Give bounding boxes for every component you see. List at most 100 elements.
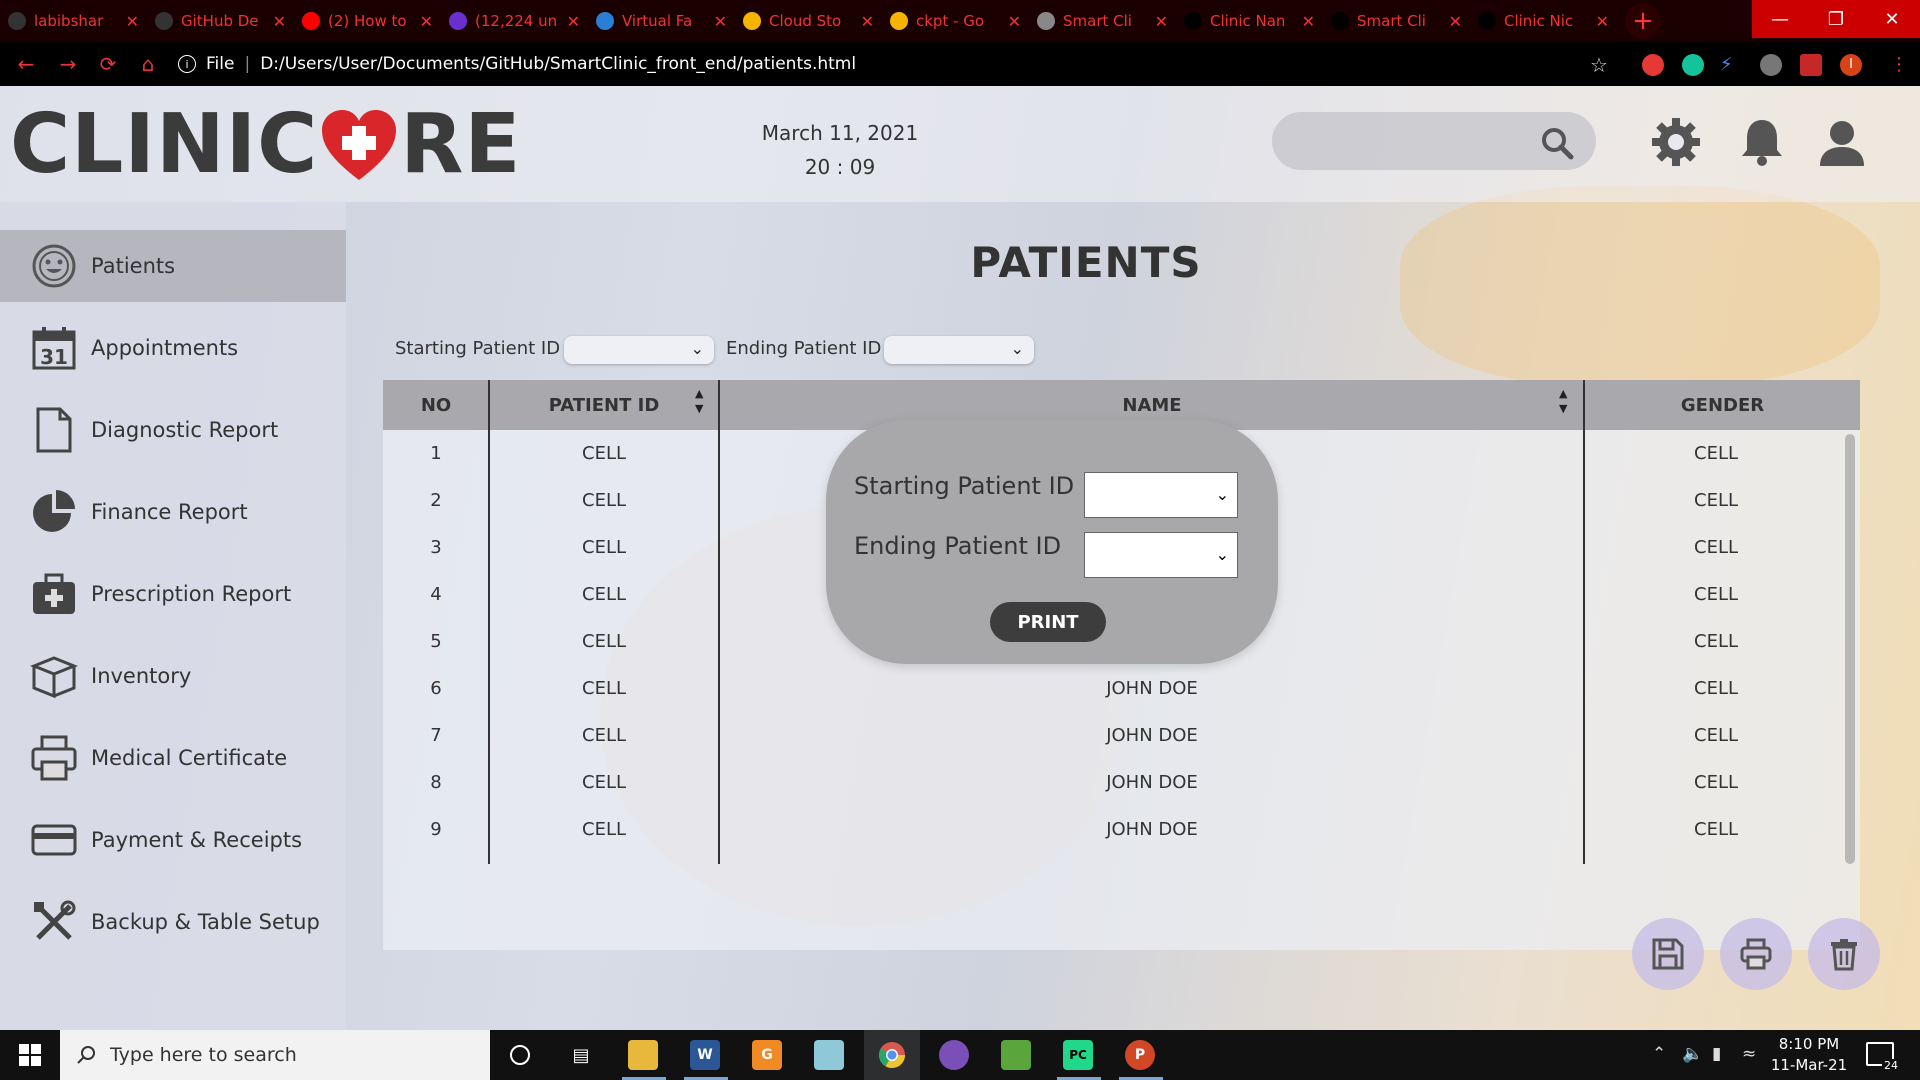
tab-close-icon[interactable]: ✕ [1155, 12, 1168, 31]
cell-patient-id: CELL [582, 819, 626, 840]
powerpoint-icon[interactable]: P [1125, 1040, 1155, 1070]
battery-icon[interactable]: ▮ [1712, 1044, 1721, 1064]
sidebar-item-patients[interactable]: Patients [0, 230, 346, 302]
bookmark-star-icon[interactable]: ☆ [1590, 53, 1608, 77]
github-desktop-icon[interactable] [939, 1040, 969, 1070]
new-tab-button[interactable]: + [1625, 3, 1661, 39]
cell-gender: CELL [1694, 772, 1738, 793]
tab-close-icon[interactable]: ✕ [126, 12, 139, 31]
tab-close-icon[interactable]: ✕ [420, 12, 433, 31]
back-button[interactable]: ← [6, 52, 46, 76]
forward-button[interactable]: → [48, 52, 88, 76]
tab-close-icon[interactable]: ✕ [1302, 12, 1315, 31]
print-table-button[interactable] [1720, 918, 1792, 990]
sidebar-item-medical-certificate[interactable]: Medical Certificate [0, 722, 346, 794]
tab-close-icon[interactable]: ✕ [567, 12, 580, 31]
start-button[interactable] [0, 1030, 60, 1080]
cell-no: 6 [430, 678, 442, 699]
info-icon[interactable]: i [178, 55, 196, 73]
wifi-icon[interactable]: ≈ [1742, 1044, 1756, 1064]
restore-button[interactable]: ❐ [1808, 0, 1864, 38]
browser-tab-title: GitHub De [181, 12, 259, 30]
search-input[interactable] [1292, 124, 1542, 158]
browser-tab[interactable]: GitHub De ✕ [147, 0, 294, 42]
show-hidden-icons[interactable]: ⌃ [1652, 1044, 1666, 1064]
reload-button[interactable]: ⟳ [88, 52, 128, 76]
browser-tab[interactable]: Virtual Fa ✕ [588, 0, 735, 42]
date-time: March 11, 2021 20 : 09 [700, 116, 980, 184]
sidebar-item-payment-receipts[interactable]: Payment & Receipts [0, 804, 346, 876]
delete-button[interactable] [1808, 918, 1880, 990]
tab-close-icon[interactable]: ✕ [1008, 12, 1021, 31]
browser-tab[interactable]: Smart Cli ✕ [1029, 0, 1176, 42]
extension-cloud-icon[interactable] [1760, 54, 1782, 76]
browser-tab[interactable]: labibshar ✕ [0, 0, 147, 42]
close-window-button[interactable]: ✕ [1864, 0, 1920, 38]
taskbar-search[interactable]: Type here to search [60, 1030, 490, 1080]
home-button[interactable]: ⌂ [128, 52, 168, 76]
ending-patient-id-select[interactable]: ⌄ [884, 336, 1034, 364]
cell-gender: CELL [1694, 631, 1738, 652]
url-field[interactable]: i File | D:/Users/User/Documents/GitHub/… [178, 48, 1618, 80]
table-row[interactable]: 6 CELL JOHN DOE CELL [383, 665, 1860, 712]
task-view-icon[interactable]: ▤ [566, 1040, 596, 1070]
browser-tab[interactable]: Smart Cli ✕ [1323, 0, 1470, 42]
photo-editor-icon[interactable]: G [752, 1040, 782, 1070]
gear-icon[interactable] [1650, 116, 1702, 168]
table-scrollbar[interactable] [1845, 434, 1855, 864]
sidebar-item-backup-table-setup[interactable]: Backup & Table Setup [0, 886, 346, 958]
browser-menu-icon[interactable]: ⋮ [1890, 54, 1908, 75]
extension-grammarly-icon[interactable] [1682, 54, 1704, 76]
sidebar-item-diagnostic-report[interactable]: Diagnostic Report [0, 394, 346, 466]
search-icon[interactable] [1540, 126, 1574, 160]
browser-tab[interactable]: Cloud Sto ✕ [735, 0, 882, 42]
column-header-gender[interactable]: GENDER [1585, 380, 1860, 430]
print-button[interactable]: PRINT [990, 602, 1106, 642]
notepad-icon[interactable] [814, 1040, 844, 1070]
browser-tab[interactable]: (12,224 un ✕ [441, 0, 588, 42]
tab-close-icon[interactable]: ✕ [1596, 12, 1609, 31]
image-viewer-icon[interactable] [1001, 1040, 1031, 1070]
extension-puzzle-icon[interactable] [1800, 54, 1822, 76]
sidebar-item-inventory[interactable]: Inventory [0, 640, 346, 712]
browser-tab[interactable]: ckpt - Go ✕ [882, 0, 1029, 42]
file-explorer-icon[interactable] [628, 1040, 658, 1070]
pycharm-icon[interactable]: PC [1063, 1040, 1093, 1070]
sidebar-item-prescription-report[interactable]: Prescription Report [0, 558, 346, 630]
system-clock[interactable]: 8:10 PM 11-Mar-21 [1764, 1034, 1854, 1076]
column-header-patient-id[interactable]: PATIENT ID [489, 380, 719, 430]
extension-stop-icon[interactable] [1642, 54, 1664, 76]
user-avatar-icon[interactable] [1816, 116, 1868, 168]
table-row[interactable]: 8 CELL JOHN DOE CELL [383, 759, 1860, 806]
tab-close-icon[interactable]: ✕ [861, 12, 874, 31]
column-header-no[interactable]: NO [383, 380, 489, 430]
save-button[interactable] [1632, 918, 1704, 990]
bell-icon[interactable] [1736, 116, 1788, 168]
cell-patient-id: CELL [582, 537, 626, 558]
dialog-ending-id-select[interactable]: ⌄ [1084, 532, 1238, 578]
minimize-button[interactable]: — [1752, 0, 1808, 38]
cortana-icon[interactable] [505, 1040, 535, 1070]
sidebar-item-appointments[interactable]: 31 Appointments [0, 312, 346, 384]
extension-bolt-icon[interactable]: ⚡ [1720, 54, 1742, 76]
volume-icon[interactable]: 🔈 [1682, 1044, 1703, 1064]
profile-avatar-icon[interactable]: I [1840, 54, 1862, 76]
tab-close-icon[interactable]: ✕ [273, 12, 286, 31]
clinic-logo[interactable]: CLINIC RE [10, 104, 521, 186]
tab-close-icon[interactable]: ✕ [714, 12, 727, 31]
browser-tab[interactable]: Clinic Nic ✕ [1470, 0, 1617, 42]
table-row[interactable]: 9 CELL JOHN DOE CELL [383, 806, 1860, 853]
tab-close-icon[interactable]: ✕ [1449, 12, 1462, 31]
sort-arrows-icon[interactable]: ▲ ▼ [695, 386, 703, 416]
notification-center-icon[interactable]: 24 [1866, 1042, 1900, 1072]
starting-patient-id-select[interactable]: ⌄ [564, 336, 714, 364]
browser-tab[interactable]: Clinic Nan ✕ [1176, 0, 1323, 42]
drive-icon [743, 12, 761, 30]
word-icon[interactable]: W [690, 1040, 720, 1070]
dialog-starting-id-select[interactable]: ⌄ [1084, 472, 1238, 518]
sidebar-item-finance-report[interactable]: Finance Report [0, 476, 346, 548]
browser-tab[interactable]: (2) How to ✕ [294, 0, 441, 42]
table-row[interactable]: 7 CELL JOHN DOE CELL [383, 712, 1860, 759]
sort-arrows-icon[interactable]: ▲ ▼ [1559, 386, 1567, 416]
window-controls: — ❐ ✕ [1752, 0, 1920, 38]
